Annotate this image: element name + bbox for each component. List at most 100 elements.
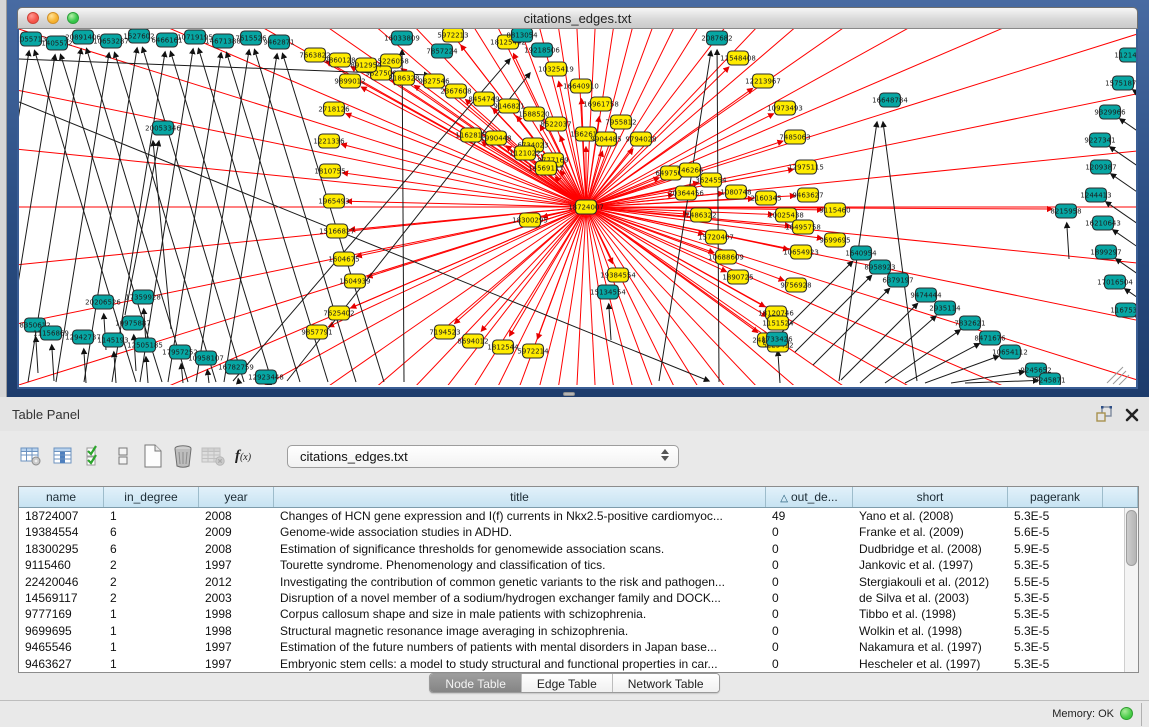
table-cell: 0 [766, 541, 853, 557]
table-scrollbar[interactable] [1124, 508, 1138, 672]
tab-node-table[interactable]: Node Table [430, 674, 522, 693]
svg-text:7857224: 7857224 [426, 48, 458, 56]
window-title: citations_edges.txt [18, 11, 1137, 26]
svg-text:2367608: 2367608 [440, 88, 471, 96]
network-window-titlebar[interactable]: citations_edges.txt [17, 7, 1138, 29]
column-header-name[interactable]: name [19, 487, 104, 507]
row-toggle-icon[interactable] [110, 443, 136, 469]
citation-network-graph[interactable]: 1162815199044867340231121022977716914569… [19, 29, 1136, 385]
network-view-section: citations_edges.txt 11628151990448673402… [0, 0, 1149, 397]
table-select-dropdown[interactable]: citations_edges.txt [287, 445, 679, 468]
network-window[interactable]: citations_edges.txt 11628151990448673402… [17, 7, 1138, 390]
svg-text:8215958: 8215958 [1050, 208, 1081, 216]
table-cell: 2012 [199, 574, 274, 590]
svg-text:16210643: 16210643 [1085, 220, 1121, 228]
svg-text:10654923: 10654923 [783, 249, 819, 257]
table-cell: Changes of HCN gene expression and I(f) … [274, 508, 766, 524]
svg-text:17016504: 17016504 [1097, 279, 1133, 287]
network-canvas[interactable]: 1162815199044867340231121022977716914569… [17, 29, 1138, 389]
table-cell: Jankovic et al. (1997) [853, 557, 1008, 573]
new-document-icon[interactable] [140, 443, 166, 469]
table-scrollbar-thumb[interactable] [1126, 510, 1137, 566]
table-cell: 49 [766, 508, 853, 524]
table-row[interactable]: 977716911998Corpus callosum shape and si… [19, 606, 1138, 622]
column-header-pagerank[interactable]: pagerank [1008, 487, 1103, 507]
table-row[interactable]: 2242004622012Investigating the contribut… [19, 574, 1138, 590]
column-header-year[interactable]: year [199, 487, 274, 507]
svg-text:1151524: 1151524 [762, 320, 794, 328]
svg-text:11156869: 11156869 [33, 330, 69, 338]
svg-text:9899012: 9899012 [334, 78, 365, 86]
svg-text:8958923: 8958923 [864, 264, 895, 272]
memory-status-indicator[interactable] [1120, 707, 1133, 720]
table-cell: 5.3E-5 [1008, 590, 1103, 606]
svg-text:1965493: 1965493 [318, 198, 349, 206]
table-cell: 5.3E-5 [1008, 606, 1103, 622]
table-cell: 18724007 [19, 508, 104, 524]
table-cell: 2 [104, 557, 199, 573]
svg-text:9463627: 9463627 [792, 192, 823, 200]
column-header-title[interactable]: title [274, 487, 766, 507]
table-cell: 1998 [199, 606, 274, 622]
table-cell: 1 [104, 656, 199, 672]
table-cell: Genome-wide association studies in ADHD. [274, 524, 766, 540]
function-builder-icon[interactable]: f(x) [230, 443, 256, 469]
svg-text:9146821: 9146821 [493, 103, 524, 111]
table-row[interactable]: 1872400712008Changes of HCN gene express… [19, 508, 1138, 524]
table-cell: Franke et al. (2009) [853, 524, 1008, 540]
select-all-check-icon[interactable] [82, 443, 108, 469]
table-cell: 6 [104, 524, 199, 540]
table-cell: 18300295 [19, 541, 104, 557]
table-cell: 9777169 [19, 606, 104, 622]
svg-text:1604939: 1604939 [339, 278, 370, 286]
tab-edge-table[interactable]: Edge Table [522, 674, 613, 693]
table-cell: Structural magnetic resonance image aver… [274, 623, 766, 639]
tab-network-table[interactable]: Network Table [613, 674, 719, 693]
svg-text:7615526: 7615526 [235, 35, 267, 43]
column-header-out-degree[interactable]: △out_de... [766, 487, 853, 507]
table-type-tabs: Node Table Edge Table Network Table [0, 673, 1149, 695]
svg-text:20364456: 20364456 [668, 190, 704, 198]
delete-table-disabled-icon [200, 443, 226, 469]
column-header-short[interactable]: short [853, 487, 1008, 507]
table-cell: 0 [766, 639, 853, 655]
svg-text:18300295: 18300295 [512, 217, 548, 225]
svg-text:15166827: 15166827 [319, 228, 355, 236]
split-divider-grip[interactable] [563, 392, 575, 396]
table-cell: 1997 [199, 557, 274, 573]
table-cell: 19384554 [19, 524, 104, 540]
svg-text:9329966: 9329966 [1094, 109, 1126, 117]
svg-text:15751874: 15751874 [1105, 80, 1136, 88]
table-settings-icon[interactable] [18, 443, 44, 469]
table-row[interactable]: 1456911722003Disruption of a novel membe… [19, 590, 1138, 606]
svg-text:3624554: 3624554 [695, 177, 727, 185]
close-panel-icon[interactable] [1125, 408, 1139, 422]
table-cell: 2008 [199, 541, 274, 557]
float-panel-icon[interactable] [1096, 406, 1113, 423]
column-header-in-degree[interactable]: in_degree [104, 487, 199, 507]
svg-text:2160345: 2160345 [750, 195, 781, 203]
table-row[interactable]: 911546021997Tourette syndrome. Phenomeno… [19, 557, 1138, 573]
table-row[interactable]: 1830029562008Estimation of significance … [19, 541, 1138, 557]
table-cell: Hescheler et al. (1997) [853, 656, 1008, 672]
table-row[interactable]: 946362711997Embryonic stem cells: a mode… [19, 656, 1138, 672]
table-row[interactable]: 1938455462009Genome-wide association stu… [19, 524, 1138, 540]
table-body: 1872400712008Changes of HCN gene express… [19, 508, 1138, 672]
table-cell: 0 [766, 606, 853, 622]
table-row[interactable]: 969969511998Structural magnetic resonanc… [19, 623, 1138, 639]
select-columns-icon[interactable] [50, 443, 76, 469]
svg-text:14569117: 14569117 [528, 165, 564, 173]
svg-text:7194523: 7194523 [429, 329, 460, 337]
svg-text:8813054: 8813054 [506, 32, 538, 40]
table-cell: Investigating the contribution of common… [274, 574, 766, 590]
svg-text:1640954: 1640954 [845, 250, 877, 258]
table-cell: 1 [104, 508, 199, 524]
svg-text:1209387: 1209387 [1085, 164, 1116, 172]
memory-status-label: Memory: OK [1052, 708, 1114, 720]
delete-trash-icon[interactable] [170, 443, 196, 469]
split-pane-gutter[interactable] [0, 0, 7, 397]
table-row[interactable]: 946554611997Estimation of the future num… [19, 639, 1138, 655]
svg-text:10654112: 10654112 [992, 349, 1028, 357]
svg-text:1221336: 1221336 [313, 138, 345, 146]
table-cell: Stergiakouli et al. (2012) [853, 574, 1008, 590]
